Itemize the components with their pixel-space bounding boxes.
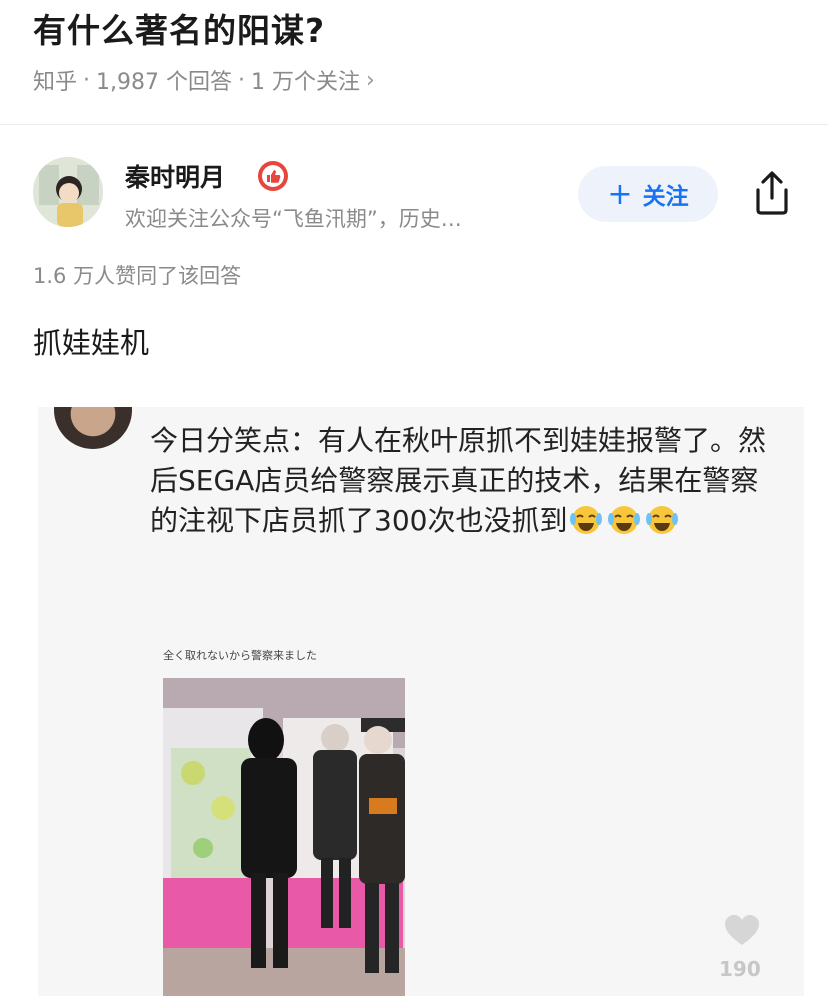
arcade-photo (163, 678, 405, 996)
laughing-crying-emoji-icon (646, 506, 679, 534)
laughing-crying-emoji-icon (570, 506, 603, 534)
question-title[interactable]: 有什么著名的阳谋? (33, 4, 325, 52)
laughing-crying-emoji-icon (608, 506, 641, 534)
heart-icon[interactable] (723, 913, 761, 947)
like-count: 190 (719, 957, 761, 981)
meta-separator: · (238, 67, 245, 93)
chevron-right-icon: › (366, 67, 375, 93)
follower-count: 1 万个关注 (251, 70, 360, 95)
author-avatar[interactable] (33, 157, 103, 227)
question-meta[interactable]: 知乎 · 1,987 个回答 · 1 万个关注 › (33, 64, 375, 96)
follow-button[interactable]: + 关注 (578, 166, 718, 222)
embedded-screenshot[interactable]: 今日分笑点：有人在秋叶原抓不到娃娃报警了。然后SEGA店员给警察展示真正的技术，… (38, 407, 804, 996)
answer-count: 1,987 个回答 (96, 70, 232, 95)
source-label: 知乎 (33, 70, 78, 95)
follow-label: 关注 (642, 184, 689, 210)
meta-separator: · (83, 67, 91, 93)
author-name[interactable]: 秦时明月 (125, 158, 225, 194)
post-avatar (54, 407, 132, 449)
share-icon[interactable] (752, 170, 792, 216)
author-bio: 欢迎关注公众号“飞鱼汛期”，历史… (125, 207, 462, 231)
answer-text: 抓娃娃机 (33, 326, 150, 360)
photo-caption: 全く取れないから警察来ました (163, 649, 317, 662)
divider (0, 124, 828, 125)
plus-icon: + (607, 176, 633, 212)
vote-count: 1.6 万人赞同了该回答 (33, 264, 242, 288)
thumb-up-badge-icon (258, 161, 288, 191)
post-text: 今日分笑点：有人在秋叶原抓不到娃娃报警了。然后SEGA店员给警察展示真正的技术，… (150, 421, 770, 541)
